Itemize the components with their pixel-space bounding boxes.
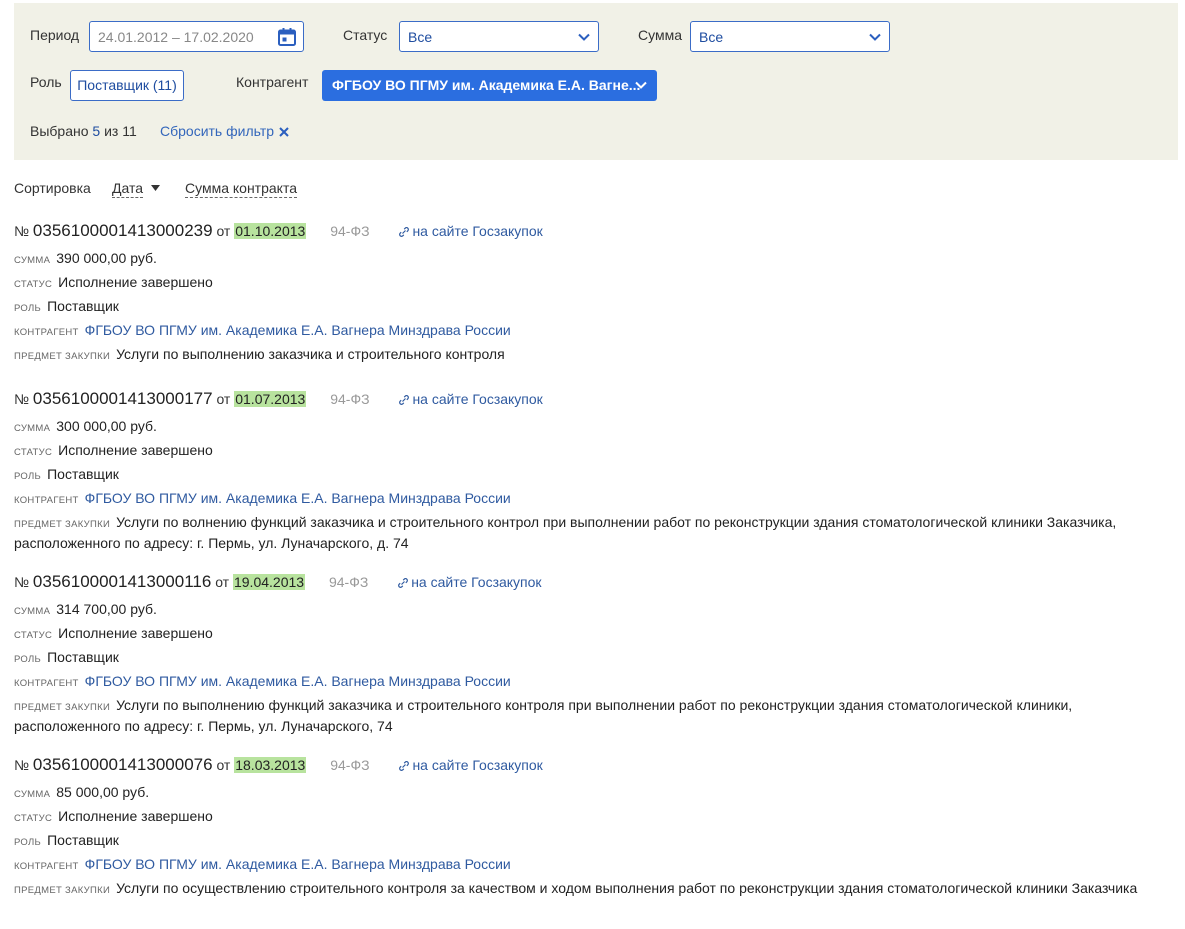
contract-status: статус Исполнение завершено xyxy=(14,274,213,290)
contract-title: № 0356100001413000076 от 18.03.2013 94-Ф… xyxy=(14,755,543,774)
goszakupki-link[interactable]: на сайте Госзакупок xyxy=(399,757,543,773)
sort-label: Сортировка xyxy=(14,180,91,196)
period-label: Период xyxy=(30,27,80,43)
law-tag: 94-ФЗ xyxy=(328,574,369,590)
contract-number[interactable]: 0356100001413000239 xyxy=(33,221,213,240)
chevron-down-icon xyxy=(869,33,881,41)
kontragent-link[interactable]: ФГБОУ ВО ПГМУ им. Академика Е.А. Вагнера… xyxy=(85,490,511,506)
filter-panel: Период 24.01.2012 – 17.02.2020 Статус Вс… xyxy=(14,3,1178,160)
contract-sum: сумма 390 000,00 руб. xyxy=(14,250,157,266)
sum-value: Все xyxy=(699,29,724,45)
selected-count: Выбрано 5 из 11 xyxy=(30,123,137,139)
goszakupki-link[interactable]: на сайте Госзакупок xyxy=(398,574,542,590)
goszakupki-link[interactable]: на сайте Госзакупок xyxy=(399,223,543,239)
law-tag: 94-ФЗ xyxy=(330,223,370,239)
contract-number[interactable]: 0356100001413000076 xyxy=(33,755,213,774)
goszakupki-link[interactable]: на сайте Госзакупок xyxy=(399,391,543,407)
law-tag: 94-ФЗ xyxy=(330,757,370,773)
chevron-down-icon xyxy=(578,33,590,41)
sort-by-date[interactable]: Дата xyxy=(112,179,144,198)
contract-status: статус Исполнение завершено xyxy=(14,625,213,641)
contract-subject: предмет закупки Услуги по выполнению зака… xyxy=(14,346,505,362)
sort-by-sum[interactable]: Сумма контракта xyxy=(185,179,297,198)
sum-select[interactable]: Все xyxy=(690,21,890,52)
kontragent-value: ФГБОУ ВО ПГМУ им. Академика Е.А. Вагне..… xyxy=(332,77,641,93)
contract-kontragent: контрагент ФГБОУ ВО ПГМУ им. Академика Е.… xyxy=(14,673,511,689)
contract-sum: сумма 314 700,00 руб. xyxy=(14,601,157,617)
contract-number[interactable]: 0356100001413000177 xyxy=(33,389,213,408)
role-label: Роль xyxy=(30,74,62,90)
caret-down-icon[interactable] xyxy=(151,184,160,192)
kontragent-select[interactable]: ФГБОУ ВО ПГМУ им. Академика Е.А. Вагне..… xyxy=(322,70,657,101)
reset-filter-button[interactable]: Сбросить фильтр xyxy=(160,122,290,140)
link-icon xyxy=(399,761,410,772)
close-icon xyxy=(279,127,289,138)
contract-subject: предмет закупки Услуги по выполнению функ… xyxy=(14,697,1073,734)
sum-label: Сумма xyxy=(638,27,682,43)
link-icon xyxy=(398,578,409,589)
contract-date: 18.03.2013 xyxy=(234,757,307,773)
contract-role: роль Поставщик xyxy=(14,832,119,848)
contract-kontragent: контрагент ФГБОУ ВО ПГМУ им. Академика Е.… xyxy=(14,490,511,506)
contract-status: статус Исполнение завершено xyxy=(14,808,213,824)
contract-date: 01.07.2013 xyxy=(234,391,307,407)
contract-title: № 0356100001413000239 от 01.10.2013 94-Ф… xyxy=(14,221,543,240)
contract-kontragent: контрагент ФГБОУ ВО ПГМУ им. Академика Е.… xyxy=(14,322,511,338)
contract-date: 19.04.2013 xyxy=(232,574,306,590)
contract-title: № 0356100001413000116 от 19.04.2013 94-Ф… xyxy=(14,572,542,591)
contract-subject: предмет закупки Услуги по волнению функци… xyxy=(14,514,1117,551)
kontragent-label: Контрагент xyxy=(236,74,309,90)
period-value: 24.01.2012 – 17.02.2020 xyxy=(98,29,254,45)
kontragent-link[interactable]: ФГБОУ ВО ПГМУ им. Академика Е.А. Вагнера… xyxy=(85,322,511,338)
contract-sum: сумма 300 000,00 руб. xyxy=(14,418,157,434)
contract-subject: предмет закупки Услуги по осуществлению с… xyxy=(14,880,1138,896)
contract-date: 01.10.2013 xyxy=(234,223,307,239)
kontragent-link[interactable]: ФГБОУ ВО ПГМУ им. Академика Е.А. Вагнера… xyxy=(85,856,511,872)
role-button[interactable]: Поставщик (11) xyxy=(70,70,184,101)
contract-role: роль Поставщик xyxy=(14,298,119,314)
contract-kontragent: контрагент ФГБОУ ВО ПГМУ им. Академика Е.… xyxy=(14,856,511,872)
contract-sum: сумма 85 000,00 руб. xyxy=(14,784,150,800)
status-value: Все xyxy=(408,29,433,45)
contract-role: роль Поставщик xyxy=(14,649,119,665)
status-select[interactable]: Все xyxy=(399,21,599,52)
law-tag: 94-ФЗ xyxy=(330,391,370,407)
kontragent-link[interactable]: ФГБОУ ВО ПГМУ им. Академика Е.А. Вагнера… xyxy=(85,673,511,689)
link-icon xyxy=(399,227,410,238)
contract-number[interactable]: 0356100001413000116 xyxy=(33,572,211,591)
period-input[interactable]: 24.01.2012 – 17.02.2020 xyxy=(89,21,304,52)
status-label: Статус xyxy=(343,27,388,43)
contract-title: № 0356100001413000177 от 01.07.2013 94-Ф… xyxy=(14,389,543,408)
calendar-icon[interactable] xyxy=(277,27,297,47)
chevron-down-icon xyxy=(635,81,647,89)
contract-status: статус Исполнение завершено xyxy=(14,442,213,458)
contract-role: роль Поставщик xyxy=(14,466,119,482)
link-icon xyxy=(399,395,410,406)
